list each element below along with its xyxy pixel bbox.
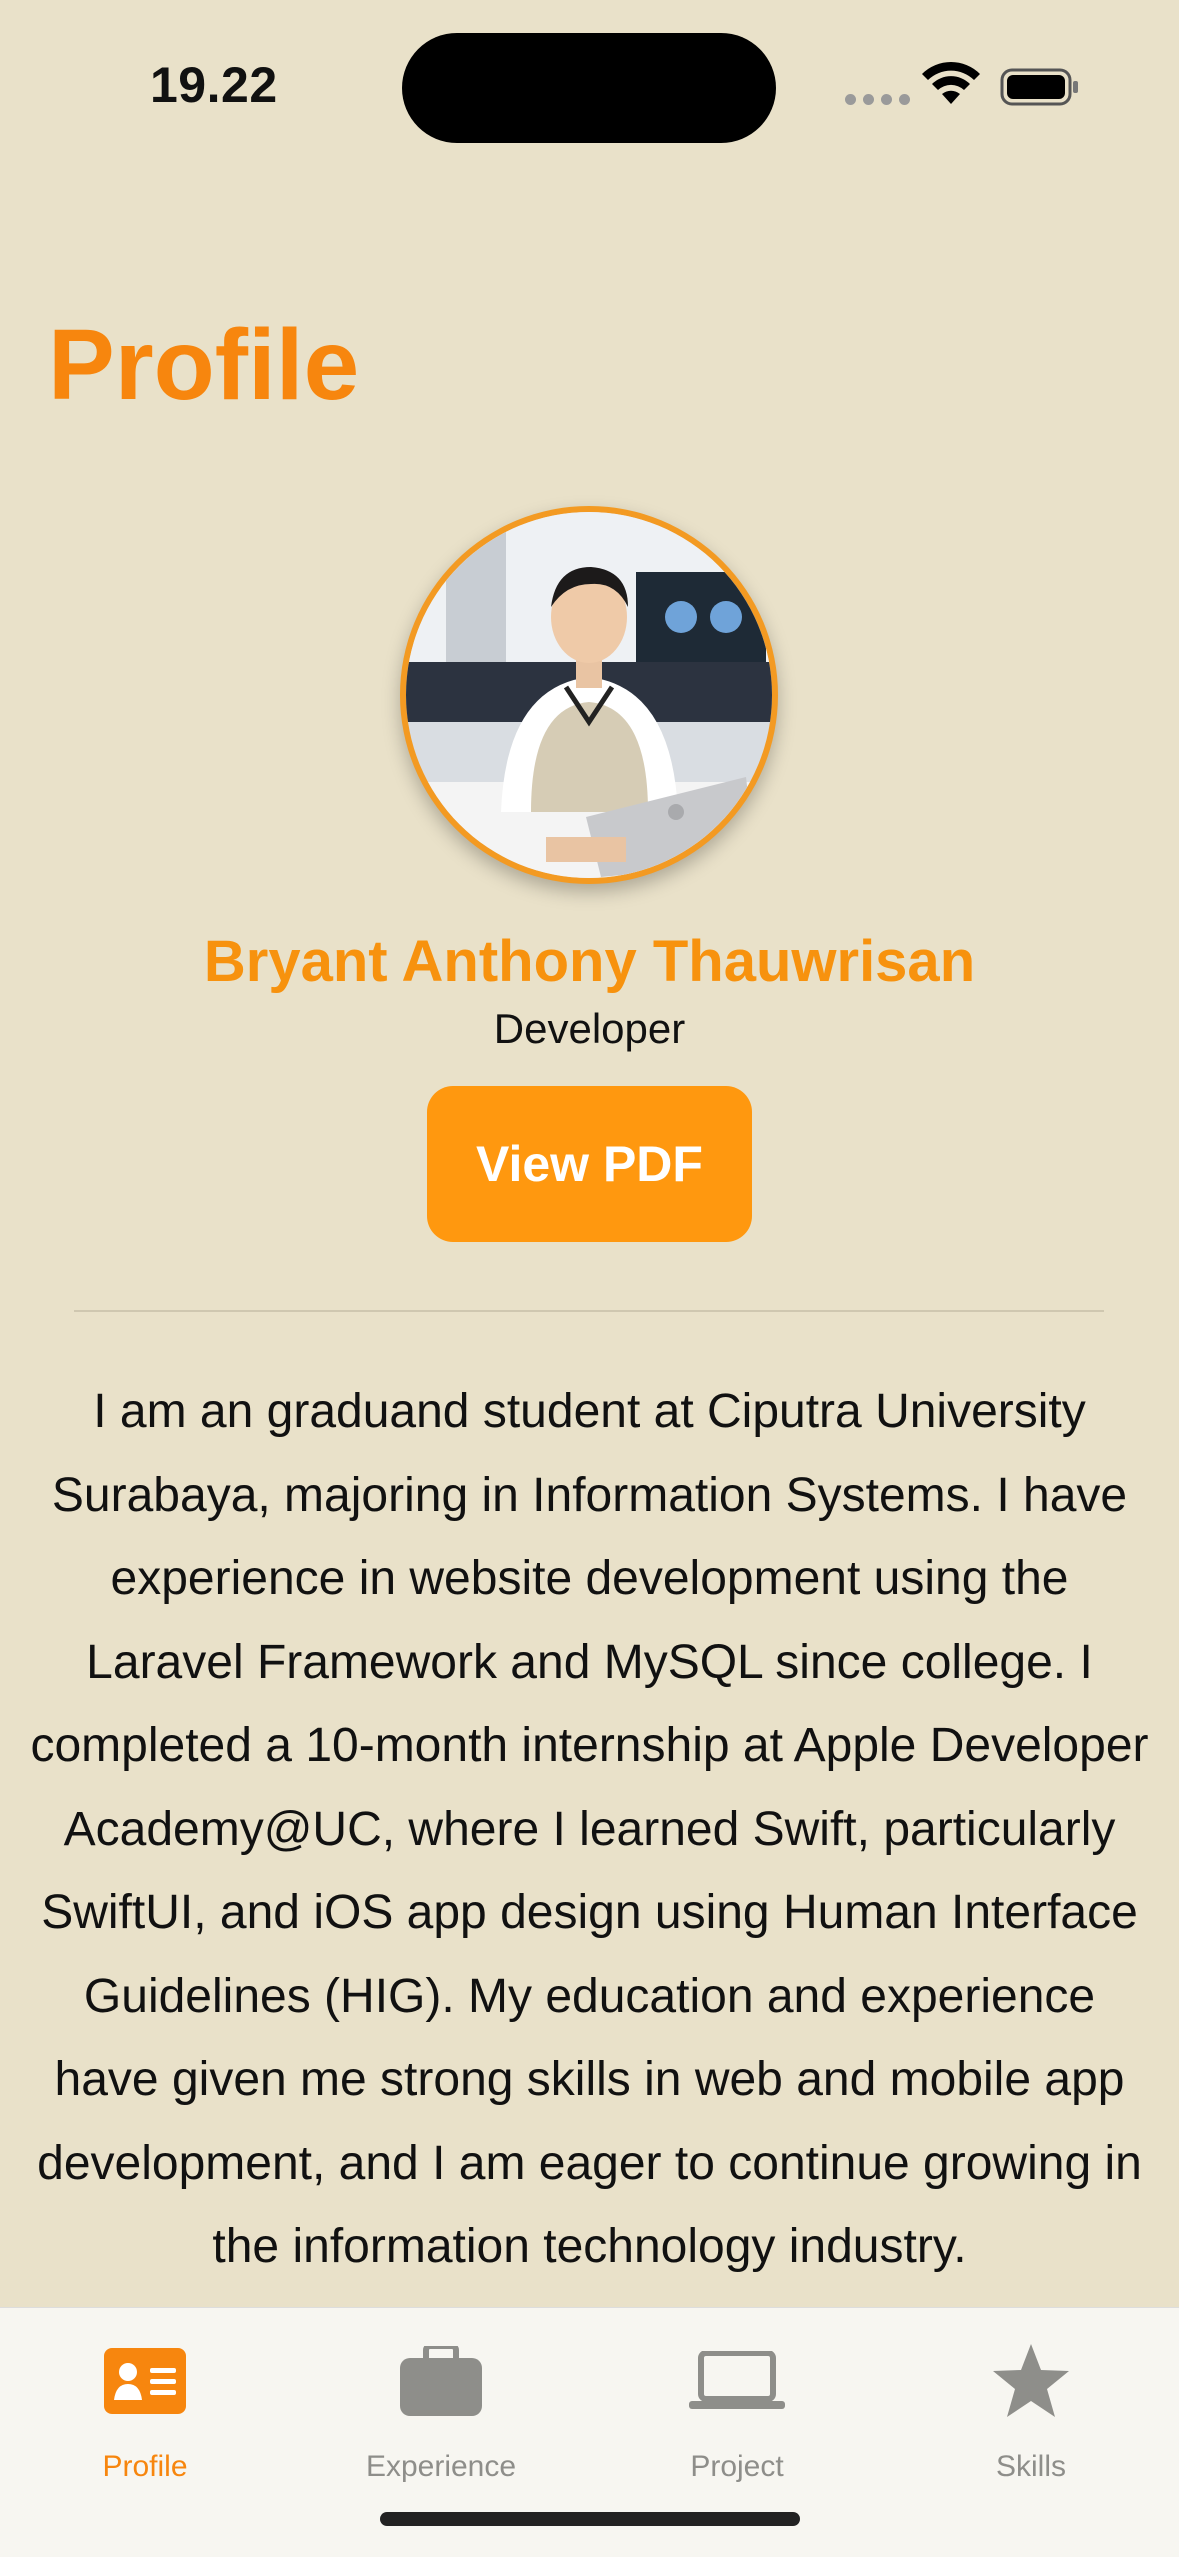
tab-label-skills: Skills [995,2450,1066,2483]
tab-skills[interactable]: Skills [921,2326,1141,2484]
tab-label-experience: Experience [365,2450,517,2483]
dynamic-island [402,33,776,143]
profile-photo [406,512,772,878]
tab-label-project: Project [690,2450,784,2483]
home-indicator [380,2512,800,2526]
star-icon [993,2344,1069,2417]
view-pdf-button[interactable]: View PDF [427,1086,752,1242]
profile-name: Bryant Anthony Thauwrisan [203,929,976,994]
divider [74,1310,1104,1312]
wifi-icon [922,61,980,104]
briefcase-icon [400,2346,482,2416]
laptop-icon [689,2351,785,2409]
tab-project[interactable]: Project [627,2326,847,2484]
person-card-icon [104,2348,186,2414]
status-time: 19.22 [150,57,278,113]
profile-bio: I am an graduand student at Ciputra Univ… [30,1385,1149,2273]
page-title: Profile [48,309,360,421]
tab-label-profile: Profile [102,2450,188,2483]
tab-profile[interactable]: Profile [35,2326,255,2484]
avatar [400,506,778,884]
battery-icon [1000,68,1078,106]
tab-experience[interactable]: Experience [331,2326,551,2484]
profile-role: Developer [493,1005,686,1052]
cellular-signal-icon [845,94,910,105]
